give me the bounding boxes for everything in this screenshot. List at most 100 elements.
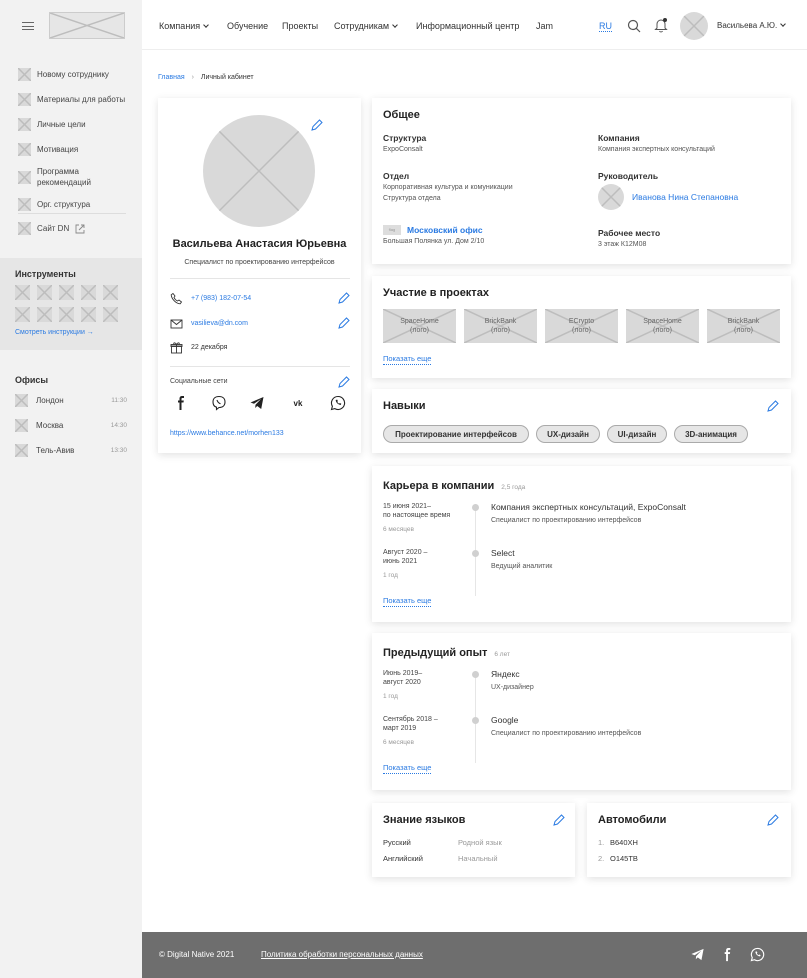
telegram-icon[interactable] xyxy=(248,394,266,412)
office-name: Лондон xyxy=(36,396,64,405)
placeholder-cross xyxy=(18,143,31,156)
placeholder-cross xyxy=(59,285,74,300)
sidebar-item-new-employee[interactable]: Новому сотруднику xyxy=(18,62,130,87)
projects-show-more[interactable]: Показать еще xyxy=(383,354,432,365)
sidebar-item-referral-program[interactable]: Программа рекомендаций xyxy=(18,162,130,192)
sidebar-item-motivation[interactable]: Мотивация xyxy=(18,137,130,162)
workplace-field: Рабочее место 3 этаж К12М08 xyxy=(598,228,660,248)
placeholder-cross xyxy=(37,307,52,322)
divider xyxy=(170,278,350,279)
project-logo[interactable]: ECrypto (лого) xyxy=(545,309,618,343)
placeholder-icon xyxy=(18,118,31,131)
edit-pencil-icon[interactable] xyxy=(310,119,323,132)
placeholder-icon xyxy=(18,143,31,156)
whatsapp-icon[interactable] xyxy=(750,947,765,962)
facebook-icon[interactable] xyxy=(172,394,190,412)
office-flag-image: flag xyxy=(383,225,401,235)
office-item[interactable]: Тель-Авив 13:30 xyxy=(15,438,127,463)
search-icon[interactable] xyxy=(627,19,641,33)
breadcrumb-home[interactable]: Главная xyxy=(158,74,185,81)
sidebar-item-personal-goals[interactable]: Личные цели xyxy=(18,112,130,137)
nav-learning[interactable]: Обучение xyxy=(227,21,268,31)
tool-icon[interactable] xyxy=(37,285,52,300)
profile-email[interactable]: vasilieva@dn.com xyxy=(191,320,248,327)
tool-icon[interactable] xyxy=(103,285,118,300)
project-logo[interactable]: SpaceHome (лого) xyxy=(383,309,456,343)
behance-link[interactable]: https://www.behance.net/morhen133 xyxy=(170,430,284,437)
date-end: по настоящее время xyxy=(383,512,451,519)
nav-company[interactable]: Компания xyxy=(159,21,210,31)
manager-row[interactable]: Иванова Нина Степановна xyxy=(598,184,738,210)
placeholder-cross xyxy=(15,419,28,432)
edit-pencil-icon[interactable] xyxy=(766,400,779,413)
placeholder-cross xyxy=(680,12,708,40)
user-avatar[interactable] xyxy=(680,12,708,40)
project-name: BrickBank xyxy=(727,318,760,325)
chevron-down-icon xyxy=(203,22,210,28)
timeline-dot xyxy=(472,717,479,724)
office-item[interactable]: Лондон 11:30 xyxy=(15,388,127,413)
edit-pencil-icon[interactable] xyxy=(337,317,350,330)
nav-employees[interactable]: Сотрудникам xyxy=(334,21,398,31)
project-logo[interactable]: SpaceHome (лого) xyxy=(626,309,699,343)
language-switch[interactable]: RU xyxy=(599,21,612,32)
tool-icon[interactable] xyxy=(103,307,118,322)
department-field: Отдел Корпоративная культура и комуникац… xyxy=(383,171,513,202)
nav-info-center[interactable]: Информационный центр xyxy=(416,21,519,31)
chevron-down-icon xyxy=(392,22,398,28)
viber-icon[interactable] xyxy=(210,394,228,412)
placeholder-cross xyxy=(103,285,118,300)
projects-title: Участие в проектах xyxy=(383,287,489,299)
tool-icon[interactable] xyxy=(59,285,74,300)
gift-icon xyxy=(170,342,183,354)
experience-show-more[interactable]: Показать еще xyxy=(383,763,432,774)
tool-icon[interactable] xyxy=(81,307,96,322)
project-name: BrickBank xyxy=(484,318,517,325)
profile-phone[interactable]: +7 (983) 182-07-54 xyxy=(191,295,251,302)
edit-pencil-icon[interactable] xyxy=(766,814,779,827)
profile-phone-row: +7 (983) 182-07-54 xyxy=(170,292,251,305)
nav-jam[interactable]: Jam xyxy=(536,21,553,31)
user-menu[interactable]: Васильева А.Ю. xyxy=(717,21,787,30)
vk-icon[interactable]: vk xyxy=(289,394,307,412)
tool-icon[interactable] xyxy=(15,307,30,322)
office-link[interactable]: flag Московский офис xyxy=(383,225,484,235)
experience-position: Специалист по проектированию интерфейсов xyxy=(491,730,642,737)
office-field: flag Московский офис Большая Полянка ул.… xyxy=(383,225,484,245)
sidebar-item-site-dn[interactable]: Сайт DN xyxy=(18,222,85,235)
sidebar-item-work-materials[interactable]: Материалы для работы xyxy=(18,87,130,112)
company-logo[interactable] xyxy=(49,12,125,39)
edit-pencil-icon[interactable] xyxy=(337,292,350,305)
structure-label: Структура xyxy=(383,133,427,143)
nav-label: Обучение xyxy=(227,21,269,31)
tool-icon[interactable] xyxy=(15,285,30,300)
company-label: Компания xyxy=(598,133,640,143)
career-show-more[interactable]: Показать еще xyxy=(383,596,432,607)
tool-icon[interactable] xyxy=(81,285,96,300)
placeholder-cross xyxy=(15,307,30,322)
breadcrumb-separator: › xyxy=(191,74,194,81)
privacy-policy-link[interactable]: Политика обработки персональных данных xyxy=(261,950,423,959)
department-value: Корпоративная культура и комуникации xyxy=(383,184,513,191)
date-end: август 2020 xyxy=(383,679,421,686)
project-logo[interactable]: BrickBank (лого) xyxy=(464,309,537,343)
nav-projects[interactable]: Проекты xyxy=(282,21,318,31)
placeholder-icon xyxy=(18,170,31,184)
bell-icon[interactable] xyxy=(654,17,668,33)
tool-icon[interactable] xyxy=(59,307,74,322)
view-instructions-link[interactable]: Смотреть инструкции → xyxy=(15,329,127,336)
office-item[interactable]: Москва 14:30 xyxy=(15,413,127,438)
placeholder-cross xyxy=(15,285,30,300)
tool-icon[interactable] xyxy=(37,307,52,322)
department-structure-link[interactable]: Структура отдела xyxy=(383,195,513,202)
structure-value: ExpoConsalt xyxy=(383,146,423,153)
hamburger-menu-icon[interactable] xyxy=(22,22,34,30)
edit-pencil-icon[interactable] xyxy=(552,814,565,827)
office-name: Москва xyxy=(36,421,64,430)
edit-pencil-icon[interactable] xyxy=(337,376,350,389)
telegram-icon[interactable] xyxy=(690,947,705,962)
whatsapp-icon[interactable] xyxy=(329,394,347,412)
project-logo[interactable]: BrickBank (лого) xyxy=(707,309,780,343)
placeholder-cross xyxy=(37,285,52,300)
facebook-icon[interactable] xyxy=(720,947,735,962)
